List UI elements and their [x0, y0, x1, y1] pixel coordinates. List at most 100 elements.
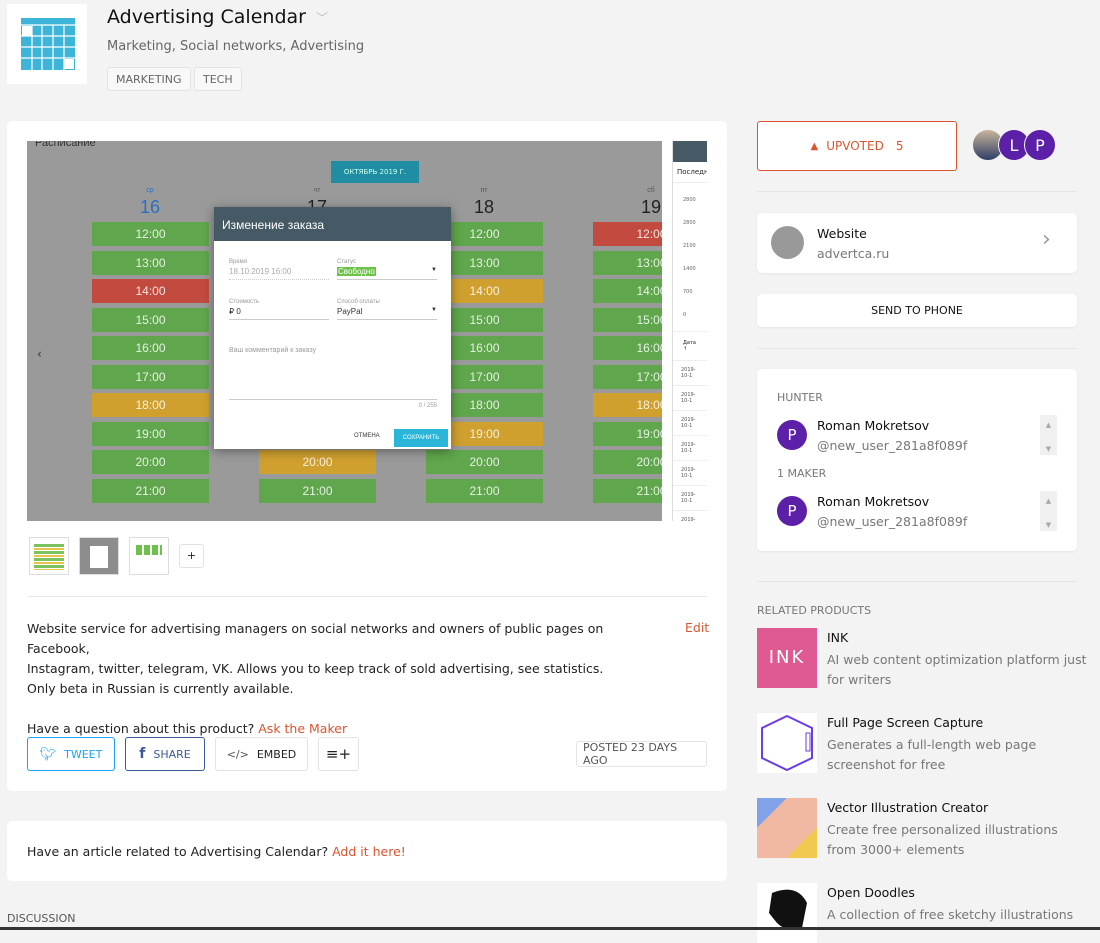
thumbnail-2[interactable]	[79, 537, 119, 575]
article-card: Have an article related to Advertising C…	[7, 821, 727, 881]
related-product[interactable]: Vector Illustration Creator Create free …	[757, 798, 1097, 858]
website-url: advertca.ru	[817, 246, 890, 261]
product-categories: Marketing, Social networks, Advertising	[107, 39, 365, 54]
edit-link[interactable]: Edit	[685, 620, 709, 635]
day-number: 18	[473, 197, 495, 217]
add-to-collection-button[interactable]: ≡+	[318, 737, 359, 771]
time-value: 18.10.2019 16:00	[229, 267, 329, 280]
hunter-username[interactable]: @new_user_281a8f089f	[817, 438, 967, 453]
maker-username[interactable]: @new_user_281a8f089f	[817, 514, 967, 529]
time-label: Время	[229, 259, 248, 265]
description-line: Instagram, twitter, telegram, VK. Allows…	[27, 661, 604, 676]
time-slot: 21:00	[426, 478, 543, 503]
hunter-name[interactable]: Roman Mokretsov	[817, 418, 929, 433]
compass-icon	[771, 226, 804, 259]
tag-tech[interactable]: TECH	[194, 67, 242, 91]
gallery-next-image[interactable]: Последн 2800 2800 2100 1400 700 0 Дата ↑ 2019…	[672, 141, 707, 521]
thumbnail-1[interactable]	[29, 537, 69, 575]
add-media-button[interactable]: +	[179, 544, 204, 568]
related-name: INK	[827, 630, 849, 645]
gallery-heading: Расписание	[35, 141, 96, 149]
time-slot: 18:00	[593, 393, 662, 417]
dropdown-icon: ▼	[431, 267, 437, 273]
axis-tick: 700	[683, 289, 693, 295]
send-to-phone-button[interactable]: SEND TO PHONE	[757, 294, 1077, 327]
twitter-icon: 🐦︎	[39, 746, 57, 762]
table-row: 2019-10-1	[673, 410, 707, 435]
month-button: ОКТЯБРЬ 2019 Г.	[331, 161, 419, 183]
thumbnail-3[interactable]	[129, 537, 169, 575]
maker-avatar[interactable]: P	[777, 496, 807, 526]
axis-tick: 1400	[683, 266, 696, 272]
triangle-up-icon: ▲	[810, 140, 819, 152]
divider	[757, 581, 1077, 582]
related-name: Full Page Screen Capture	[827, 715, 984, 730]
question-text: Have a question about this product?	[27, 721, 255, 736]
ask-maker-link[interactable]: Ask the Maker	[258, 721, 347, 736]
cancel-button: ОТМЕНА	[354, 433, 380, 439]
status-badge: Свободно	[337, 267, 376, 276]
time-slot: 14:00	[593, 279, 662, 303]
website-label: Website	[817, 226, 867, 241]
prev-arrow: ‹	[37, 347, 42, 361]
description-line: Website service for advertising managers…	[27, 621, 604, 656]
hexagon-logo	[757, 713, 817, 773]
related-product[interactable]: Open Doodles A collection of free sketch…	[757, 883, 1097, 943]
website-link[interactable]: Website advertca.ru ›	[757, 213, 1077, 273]
time-slot: 20:00	[593, 450, 662, 474]
payment-text: PayPal	[337, 307, 363, 316]
scrollbar[interactable]: ▲ ▼	[1040, 491, 1057, 531]
voter-avatar[interactable]: P	[1024, 129, 1056, 161]
upvote-count: 5	[895, 139, 904, 153]
table-row: 2019-10-1	[673, 460, 707, 485]
divider	[757, 348, 1077, 349]
share-label: SHARE	[153, 747, 191, 761]
time-slot: 21:00	[593, 478, 662, 503]
modal-title: Изменение заказа	[214, 207, 451, 241]
hunter-avatar[interactable]: P	[777, 420, 807, 450]
related-desc: AI web content optimization platform jus…	[827, 652, 1087, 687]
table-row: 2019-10-1	[673, 510, 707, 521]
chevron-down-icon[interactable]: ﹀	[316, 9, 328, 26]
add-article-link[interactable]: Add it here!	[332, 844, 406, 859]
embed-button[interactable]: </> EMBED	[215, 737, 308, 771]
time-slot: 13:00	[92, 250, 209, 275]
time-slot: 20:00	[259, 450, 376, 474]
discussion-heading: DISCUSSION	[7, 912, 76, 925]
cost-value: ₽ 0	[229, 307, 329, 320]
maker-name[interactable]: Roman Mokretsov	[817, 494, 929, 509]
time-slot: 15:00	[92, 307, 209, 332]
code-icon: </>	[226, 747, 249, 761]
related-product[interactable]: INK INK AI web content optimization plat…	[757, 628, 1097, 688]
illustration-logo	[757, 798, 817, 858]
time-slot: 20:00	[426, 450, 543, 474]
product-title: Advertising Calendar ﹀	[107, 6, 328, 28]
upvote-button[interactable]: ▲ UPVOTED 5	[757, 121, 957, 171]
strip-header	[673, 141, 707, 162]
related-name: Open Doodles	[827, 885, 915, 900]
scrollbar[interactable]: ▲ ▼	[1040, 415, 1057, 455]
embed-label: EMBED	[256, 747, 297, 761]
day-name: сб	[647, 187, 655, 194]
strip-column: Дата ↑	[673, 331, 707, 360]
facebook-icon: f	[139, 746, 146, 762]
product-logo	[7, 4, 87, 84]
divider	[229, 399, 437, 400]
time-slot: 17:00	[92, 364, 209, 389]
gallery-main-image[interactable]: Расписание ОКТЯБРЬ 2019 Г. ‹ ср 16 12:00 13…	[27, 141, 662, 521]
time-slot: 19:00	[92, 421, 209, 446]
share-button[interactable]: f SHARE	[125, 737, 205, 771]
status-label: Статус	[337, 259, 356, 265]
maker-label: 1 MAKER	[777, 467, 827, 480]
related-product[interactable]: Full Page Screen Capture Generates a ful…	[757, 713, 1097, 773]
table-row: 2019-10-1	[673, 435, 707, 460]
doodle-logo	[757, 883, 817, 943]
tweet-button[interactable]: 🐦︎ TWEET	[27, 737, 115, 771]
dropdown-icon: ▼	[431, 307, 437, 313]
related-desc: Create free personalized illustrations f…	[827, 822, 1058, 857]
time-slot: 16:00	[593, 336, 662, 360]
tag-marketing[interactable]: MARKETING	[107, 67, 191, 91]
time-slot: 15:00	[593, 307, 662, 332]
ink-logo: INK	[757, 628, 817, 688]
comment-placeholder: Ваш комментарий к заказу	[229, 347, 316, 354]
